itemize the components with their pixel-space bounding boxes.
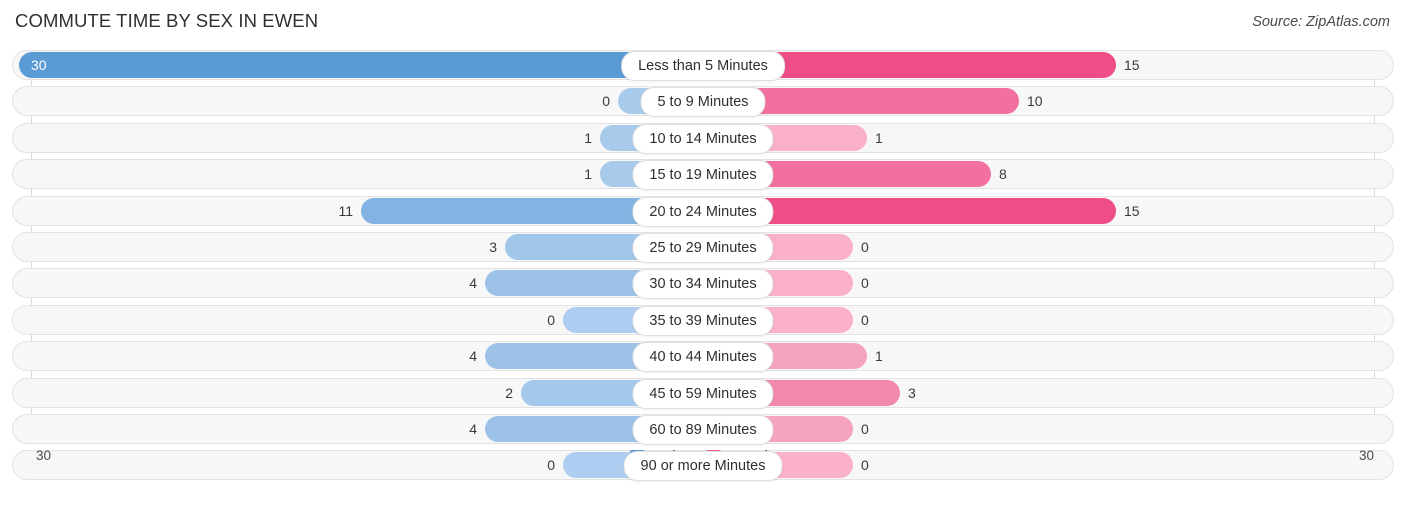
male-half: 2 xyxy=(19,378,703,408)
male-value-label: 1 xyxy=(584,166,592,183)
female-half: 15 xyxy=(703,50,1387,80)
table-row: 11 15 20 to 24 Minutes xyxy=(0,195,1406,227)
male-value-label: 3 xyxy=(489,238,497,255)
female-value-label: 8 xyxy=(999,166,1007,183)
male-half: 4 xyxy=(19,414,703,444)
male-value-label: 2 xyxy=(505,384,513,401)
female-half: 3 xyxy=(703,378,1387,408)
male-half: 30 xyxy=(19,50,703,80)
bar-rows-container: 30 15 Less than 5 Minutes 0 10 5 to 9 Minutes… xyxy=(0,50,1406,487)
page-title: COMMUTE TIME BY SEX IN EWEN xyxy=(15,10,319,31)
female-half: 0 xyxy=(703,305,1387,335)
female-value-label: 15 xyxy=(1124,202,1140,219)
table-row: 0 10 5 to 9 Minutes xyxy=(0,86,1406,118)
male-half: 4 xyxy=(19,268,703,298)
category-label-pill: 60 to 89 Minutes xyxy=(632,414,774,445)
female-value-label: 15 xyxy=(1124,57,1140,73)
female-value-label: 1 xyxy=(875,348,883,365)
category-label-pill: 5 to 9 Minutes xyxy=(640,87,766,118)
chart-header: COMMUTE TIME BY SEX IN EWEN Source: ZipA… xyxy=(0,0,1406,46)
female-value-label: 3 xyxy=(908,384,916,401)
category-label-pill: 15 to 19 Minutes xyxy=(632,160,774,191)
category-label-pill: Less than 5 Minutes xyxy=(621,51,785,81)
male-half: 11 xyxy=(19,196,703,226)
table-row: 1 1 10 to 14 Minutes xyxy=(0,122,1406,154)
female-value-label: 0 xyxy=(861,238,869,255)
male-bar[interactable] xyxy=(19,52,703,78)
female-value-label: 0 xyxy=(861,420,869,437)
male-value-label: 0 xyxy=(547,311,555,328)
source-attribution: Source: ZipAtlas.com xyxy=(1252,14,1390,30)
male-half: 0 xyxy=(19,86,703,116)
male-value-label: 0 xyxy=(602,93,610,110)
female-half: 0 xyxy=(703,414,1387,444)
female-half: 1 xyxy=(703,341,1387,371)
male-value-label: 4 xyxy=(469,420,477,437)
category-label-pill: 40 to 44 Minutes xyxy=(632,342,774,373)
female-half: 1 xyxy=(703,123,1387,153)
category-label-pill: 10 to 14 Minutes xyxy=(632,123,774,154)
male-value-label: 1 xyxy=(584,129,592,146)
female-value-label: 10 xyxy=(1027,93,1043,110)
female-value-label: 0 xyxy=(861,311,869,328)
table-row: 4 0 60 to 89 Minutes xyxy=(0,413,1406,445)
male-half: 4 xyxy=(19,341,703,371)
table-row: 0 0 35 to 39 Minutes xyxy=(0,304,1406,336)
female-half: 0 xyxy=(703,232,1387,262)
female-value-label: 0 xyxy=(861,275,869,292)
female-half: 8 xyxy=(703,159,1387,189)
category-label-pill: 45 to 59 Minutes xyxy=(632,378,774,409)
female-half: 15 xyxy=(703,196,1387,226)
female-value-label: 1 xyxy=(875,129,883,146)
table-row: 1 8 15 to 19 Minutes xyxy=(0,159,1406,191)
male-value-label: 11 xyxy=(338,202,353,219)
male-half: 1 xyxy=(19,159,703,189)
chart-plot-area: 30 15 Less than 5 Minutes 0 10 5 to 9 Minutes… xyxy=(0,50,1406,487)
category-label-pill: 90 or more Minutes xyxy=(623,451,783,482)
category-label-pill: 25 to 29 Minutes xyxy=(632,232,774,263)
female-half: 0 xyxy=(703,268,1387,298)
table-row: 4 1 40 to 44 Minutes xyxy=(0,341,1406,373)
table-row: 30 15 Less than 5 Minutes xyxy=(0,50,1406,81)
male-value-label: 4 xyxy=(469,348,477,365)
male-half: 1 xyxy=(19,123,703,153)
male-half: 3 xyxy=(19,232,703,262)
table-row: 3 0 25 to 29 Minutes xyxy=(0,231,1406,263)
female-half: 10 xyxy=(703,86,1387,116)
category-label-pill: 30 to 34 Minutes xyxy=(632,269,774,300)
category-label-pill: 35 to 39 Minutes xyxy=(632,305,774,336)
male-value-label: 30 xyxy=(31,57,47,73)
table-row: 2 3 45 to 59 Minutes xyxy=(0,377,1406,409)
male-half: 0 xyxy=(19,305,703,335)
table-row: 4 0 30 to 34 Minutes xyxy=(0,268,1406,300)
category-label-pill: 20 to 24 Minutes xyxy=(632,196,774,227)
male-value-label: 4 xyxy=(469,275,477,292)
